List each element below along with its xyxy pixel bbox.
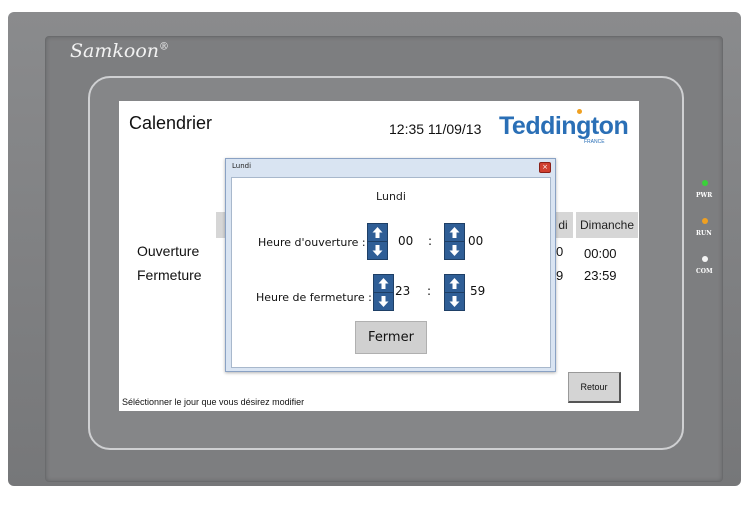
closing-minute-down-button[interactable]	[444, 292, 465, 311]
arrow-down-icon	[449, 296, 460, 307]
logo-subtitle: FRANCE	[584, 139, 605, 145]
run-led-label: RUN	[696, 230, 712, 237]
cell-dimanche-fermeture[interactable]: 23:59	[584, 268, 617, 283]
arrow-up-icon	[449, 278, 460, 289]
column-header-dimanche[interactable]: Dimanche	[576, 212, 638, 238]
fermer-button[interactable]: Fermer	[355, 321, 427, 354]
opening-minute-down-button[interactable]	[444, 241, 465, 260]
column-header-samedi[interactable]: di	[553, 212, 573, 238]
arrow-up-icon	[378, 278, 389, 289]
brand-mark: ®	[159, 41, 169, 53]
dialog-heading: Lundi	[376, 190, 406, 203]
status-message: Séléctionner le jour que vous désirez mo…	[122, 397, 305, 407]
opening-hour-value[interactable]: 00	[398, 234, 413, 248]
opening-minute-up-button[interactable]	[444, 223, 465, 242]
closing-hour-up-button[interactable]	[373, 274, 394, 293]
opening-hour-down-button[interactable]	[367, 241, 388, 260]
arrow-up-icon	[449, 227, 460, 238]
arrow-down-icon	[449, 245, 460, 256]
arrow-down-icon	[378, 296, 389, 307]
dialog-body: Lundi Heure d'ouverture : 00 : 00 Heure …	[231, 177, 551, 368]
dialog-titlebar[interactable]: Lundi ×	[226, 159, 555, 175]
closing-hour-value[interactable]: 23	[395, 284, 410, 298]
run-led-icon	[702, 218, 708, 224]
opening-hour-up-button[interactable]	[367, 223, 388, 242]
closing-minute-up-button[interactable]	[444, 274, 465, 293]
opening-separator: :	[428, 234, 433, 248]
lundi-dialog: Lundi × Lundi Heure d'ouverture : 00 : 0…	[225, 158, 556, 372]
closing-hour-down-button[interactable]	[373, 292, 394, 311]
closing-minute-value[interactable]: 59	[470, 284, 485, 298]
opening-hour-label: Heure d'ouverture :	[258, 236, 366, 249]
pwr-led-icon	[702, 180, 708, 186]
cell-partial-fermeture[interactable]: 9	[556, 268, 563, 283]
page-title: Calendrier	[129, 113, 213, 133]
dialog-window-title: Lundi	[232, 162, 252, 170]
closing-separator: :	[427, 284, 432, 298]
com-led-icon	[702, 256, 708, 262]
com-led-label: COM	[696, 268, 713, 275]
cell-dimanche-ouverture[interactable]: 00:00	[584, 246, 617, 261]
close-icon[interactable]: ×	[539, 162, 551, 173]
brand-logo: Samkoon®	[70, 40, 169, 62]
arrow-up-icon	[372, 227, 383, 238]
pwr-led-label: PWR	[696, 192, 713, 199]
closing-hour-label: Heure de fermeture :	[256, 291, 372, 304]
arrow-down-icon	[372, 245, 383, 256]
row-label-ouverture: Ouverture	[137, 243, 200, 259]
cell-partial-ouverture[interactable]: 0	[556, 244, 563, 259]
retour-button[interactable]: Retour	[568, 372, 621, 403]
clock-display: 12:35 11/09/13	[389, 121, 482, 137]
brand-name: Samkoon	[70, 40, 159, 62]
teddington-logo: Teddington	[499, 112, 629, 140]
opening-minute-value[interactable]: 00	[468, 234, 483, 248]
row-label-fermeture: Fermeture	[137, 267, 202, 283]
